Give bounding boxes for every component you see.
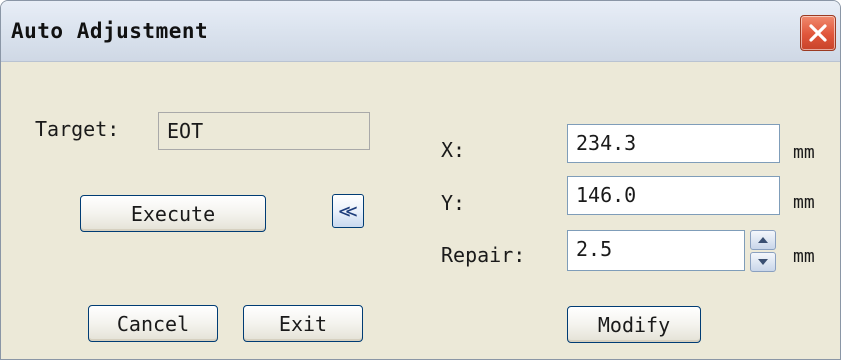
auto-adjustment-dialog: Auto Adjustment Target: EOT Execute << C… bbox=[0, 0, 841, 360]
close-button[interactable] bbox=[800, 15, 836, 51]
x-label: X: bbox=[441, 138, 466, 162]
cancel-button[interactable]: Cancel bbox=[88, 305, 218, 342]
spin-down-button[interactable] bbox=[750, 252, 776, 272]
x-input[interactable]: 234.3 bbox=[567, 124, 780, 163]
title-bar[interactable]: Auto Adjustment bbox=[1, 1, 840, 62]
exit-button[interactable]: Exit bbox=[243, 305, 363, 342]
target-field: EOT bbox=[158, 112, 370, 150]
repair-label: Repair: bbox=[441, 243, 526, 267]
x-unit: mm bbox=[793, 142, 815, 163]
modify-button[interactable]: Modify bbox=[567, 306, 701, 343]
y-input[interactable]: 146.0 bbox=[567, 176, 780, 215]
dialog-title: Auto Adjustment bbox=[11, 19, 209, 43]
execute-button[interactable]: Execute bbox=[80, 195, 266, 232]
repair-input[interactable]: 2.5 bbox=[567, 230, 745, 271]
collapse-button[interactable]: << bbox=[332, 194, 364, 228]
spin-up-button[interactable] bbox=[750, 230, 776, 250]
y-label: Y: bbox=[441, 191, 466, 215]
repair-unit: mm bbox=[793, 246, 815, 267]
y-unit: mm bbox=[793, 192, 815, 213]
repair-spinner bbox=[750, 230, 776, 273]
target-label: Target: bbox=[35, 117, 120, 141]
arrow-down-icon bbox=[758, 259, 768, 265]
arrow-up-icon bbox=[758, 237, 768, 243]
close-icon bbox=[809, 24, 827, 42]
